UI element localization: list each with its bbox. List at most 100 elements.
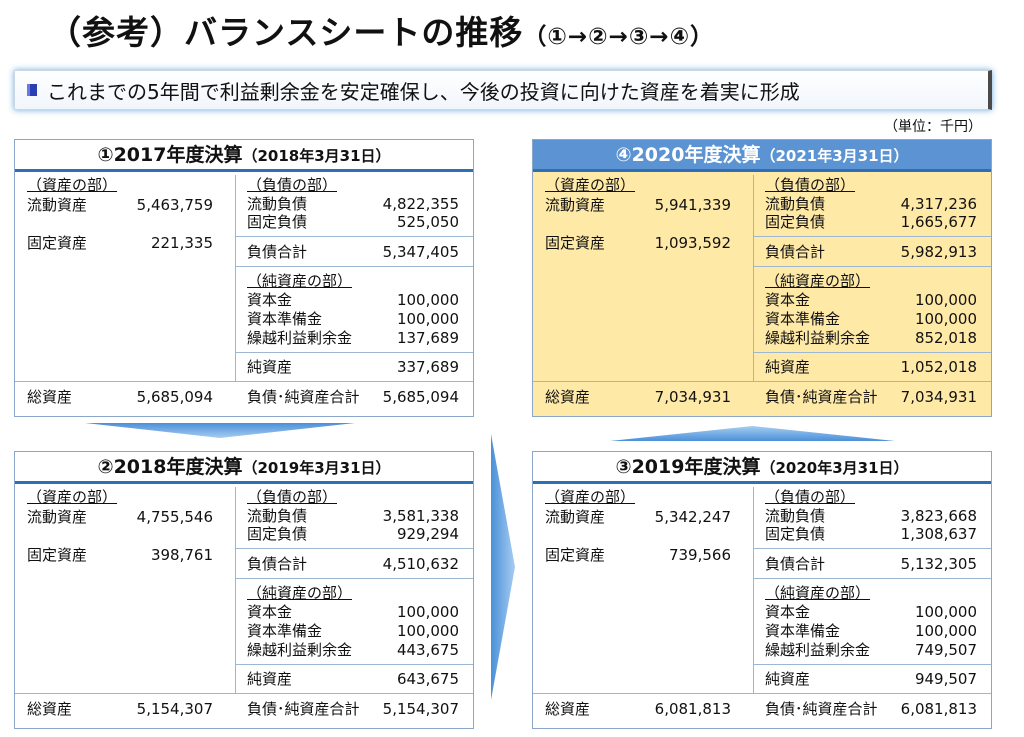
- capital-value: 100,000: [914, 603, 977, 621]
- row-divider: [753, 266, 991, 267]
- capital-reserve-value: 100,000: [396, 622, 459, 640]
- total-liab-equity-label: 負債･純資産合計: [247, 700, 360, 718]
- assets-section-label: （資産の部）: [545, 176, 636, 194]
- unit-label: （単位：千円）: [884, 119, 982, 135]
- fixed-assets-value: 1,093,592: [654, 234, 731, 252]
- balance-sheet-panel-3: ③2019年度決算（2020年3月31日） （資産の部） 流動資産 5,342,…: [532, 451, 992, 729]
- retained-earnings-value: 852,018: [914, 329, 977, 347]
- panel-title-date: （2018年3月31日）: [242, 147, 391, 165]
- liabilities-section-label: （負債の部）: [765, 176, 856, 194]
- fixed-liabilities-value: 525,050: [396, 213, 459, 231]
- net-assets-label: 純資産: [247, 670, 293, 688]
- current-liabilities-label: 流動負債: [247, 195, 308, 213]
- arrow-up-icon: [610, 426, 895, 441]
- column-divider: [753, 175, 754, 381]
- current-assets-label: 流動資産: [27, 508, 88, 526]
- total-assets-value: 5,154,307: [136, 700, 213, 718]
- net-assets-label: 純資産: [247, 358, 293, 376]
- total-assets-label: 総資産: [545, 388, 591, 406]
- total-liabilities-value: 5,347,405: [382, 243, 459, 261]
- net-assets-value: 949,507: [914, 670, 977, 688]
- balance-sheet-panel-4: ④2020年度決算（2021年3月31日） （資産の部） 流動資産 5,941,…: [532, 139, 992, 417]
- total-assets-label: 総資産: [27, 700, 73, 718]
- equity-section-label: （純資産の部）: [247, 272, 353, 290]
- total-liab-equity-value: 5,685,094: [382, 388, 459, 406]
- capital-label: 資本金: [765, 603, 811, 621]
- retained-earnings-label: 繰越利益剰余金: [765, 641, 871, 659]
- retained-earnings-value: 749,507: [914, 641, 977, 659]
- capital-reserve-label: 資本準備金: [247, 310, 323, 328]
- fixed-assets-value: 739,566: [668, 546, 731, 564]
- equity-section-label: （純資産の部）: [765, 272, 871, 290]
- liabilities-section-label: （負債の部）: [247, 176, 338, 194]
- capital-label: 資本金: [247, 291, 293, 309]
- capital-label: 資本金: [247, 603, 293, 621]
- arrow-right-icon: [491, 434, 515, 700]
- panel-title-date: （2020年3月31日）: [760, 459, 909, 477]
- retained-earnings-label: 繰越利益剰余金: [247, 641, 353, 659]
- total-liab-equity-label: 負債･純資産合計: [765, 700, 878, 718]
- panel-title-text: ③2019年度決算: [615, 456, 761, 478]
- fixed-assets-value: 398,761: [150, 546, 213, 564]
- current-assets-value: 5,941,339: [654, 196, 731, 214]
- total-liab-equity-value: 6,081,813: [900, 700, 977, 718]
- summary-banner: これまでの5年間で利益剰余金を安定確保し、今後の投資に向けた資産を着実に形成: [14, 70, 992, 110]
- current-liabilities-value: 3,581,338: [382, 507, 459, 525]
- row-divider: [753, 236, 991, 237]
- net-assets-value: 337,689: [396, 358, 459, 376]
- row-divider: [753, 548, 991, 549]
- total-liabilities-value: 5,132,305: [900, 555, 977, 573]
- current-liabilities-label: 流動負債: [247, 507, 308, 525]
- liabilities-section-label: （負債の部）: [247, 488, 338, 506]
- capital-label: 資本金: [765, 291, 811, 309]
- column-divider: [753, 487, 754, 693]
- equity-section-label: （純資産の部）: [765, 584, 871, 602]
- column-divider: [235, 175, 236, 381]
- net-assets-value: 1,052,018: [900, 358, 977, 376]
- panel-title-text: ④2020年度決算: [615, 144, 761, 166]
- panel-title: ④2020年度決算（2021年3月31日）: [533, 140, 991, 172]
- capital-reserve-label: 資本準備金: [765, 310, 841, 328]
- liabilities-section-label: （負債の部）: [765, 488, 856, 506]
- total-liabilities-label: 負債合計: [765, 243, 826, 261]
- row-divider: [753, 578, 991, 579]
- totals-divider: [533, 381, 991, 382]
- panel-title-text: ①2017年度決算: [97, 144, 243, 166]
- row-divider: [235, 236, 473, 237]
- total-liab-equity-value: 5,154,307: [382, 700, 459, 718]
- capital-reserve-value: 100,000: [914, 310, 977, 328]
- totals-divider: [15, 693, 473, 694]
- total-liabilities-value: 5,982,913: [900, 243, 977, 261]
- total-liab-equity-label: 負債･純資産合計: [247, 388, 360, 406]
- panel-title-date: （2021年3月31日）: [760, 147, 909, 165]
- balance-sheet-panel-1: ①2017年度決算（2018年3月31日） （資産の部） 流動資産 5,463,…: [14, 139, 474, 417]
- equity-section-label: （純資産の部）: [247, 584, 353, 602]
- current-assets-label: 流動資産: [545, 508, 606, 526]
- bullet-square-icon: [27, 84, 37, 96]
- total-liab-equity-value: 7,034,931: [900, 388, 977, 406]
- net-assets-label: 純資産: [765, 670, 811, 688]
- row-divider: [235, 548, 473, 549]
- current-assets-value: 5,342,247: [654, 508, 731, 526]
- net-assets-label: 純資産: [765, 358, 811, 376]
- current-liabilities-value: 4,822,355: [382, 195, 459, 213]
- total-assets-value: 6,081,813: [654, 700, 731, 718]
- current-assets-label: 流動資産: [27, 196, 88, 214]
- retained-earnings-value: 443,675: [396, 641, 459, 659]
- fixed-liabilities-value: 1,308,637: [900, 525, 977, 543]
- total-liab-equity-label: 負債･純資産合計: [765, 388, 878, 406]
- current-liabilities-value: 3,823,668: [900, 507, 977, 525]
- total-liabilities-label: 負債合計: [247, 243, 308, 261]
- capital-reserve-label: 資本準備金: [247, 622, 323, 640]
- page-title-suffix: （①→②→③→④）: [523, 24, 715, 50]
- capital-reserve-value: 100,000: [914, 622, 977, 640]
- current-assets-label: 流動資産: [545, 196, 606, 214]
- net-assets-value: 643,675: [396, 670, 459, 688]
- fixed-assets-label: 固定資産: [545, 234, 606, 252]
- capital-value: 100,000: [396, 603, 459, 621]
- page-title-main: （参考）バランスシートの推移: [48, 13, 524, 52]
- fixed-liabilities-value: 929,294: [396, 525, 459, 543]
- fixed-assets-value: 221,335: [150, 234, 213, 252]
- fixed-liabilities-label: 固定負債: [765, 213, 826, 231]
- total-assets-value: 5,685,094: [136, 388, 213, 406]
